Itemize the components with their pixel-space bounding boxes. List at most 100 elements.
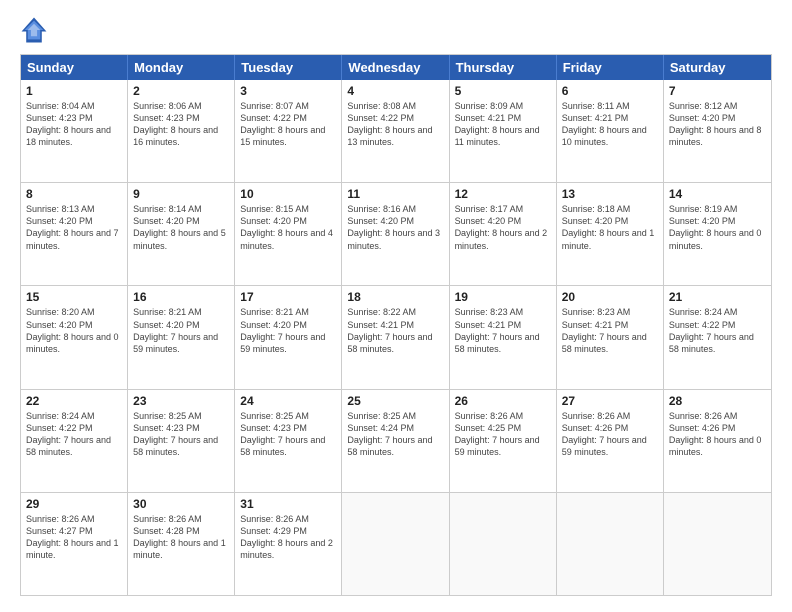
- daylight-label: Daylight: 8 hours and 3 minutes.: [347, 228, 440, 250]
- day-number: 26: [455, 394, 551, 408]
- day-cell-28: 28 Sunrise: 8:26 AM Sunset: 4:26 PM Dayl…: [664, 390, 771, 492]
- empty-cell-4-3: [342, 493, 449, 595]
- day-cell-10: 10 Sunrise: 8:15 AM Sunset: 4:20 PM Dayl…: [235, 183, 342, 285]
- day-cell-20: 20 Sunrise: 8:23 AM Sunset: 4:21 PM Dayl…: [557, 286, 664, 388]
- sunrise-label: Sunrise: 8:25 AM: [133, 411, 202, 421]
- daylight-label: Daylight: 7 hours and 59 minutes.: [240, 332, 325, 354]
- day-cell-27: 27 Sunrise: 8:26 AM Sunset: 4:26 PM Dayl…: [557, 390, 664, 492]
- sunrise-label: Sunrise: 8:20 AM: [26, 307, 95, 317]
- sunrise-label: Sunrise: 8:12 AM: [669, 101, 738, 111]
- day-number: 25: [347, 394, 443, 408]
- day-number: 22: [26, 394, 122, 408]
- sunset-label: Sunset: 4:22 PM: [669, 320, 736, 330]
- sunset-label: Sunset: 4:23 PM: [133, 113, 200, 123]
- daylight-label: Daylight: 8 hours and 0 minutes.: [669, 228, 762, 250]
- calendar-header: SundayMondayTuesdayWednesdayThursdayFrid…: [21, 55, 771, 80]
- daylight-label: Daylight: 8 hours and 1 minute.: [26, 538, 119, 560]
- day-number: 18: [347, 290, 443, 304]
- day-number: 11: [347, 187, 443, 201]
- day-cell-25: 25 Sunrise: 8:25 AM Sunset: 4:24 PM Dayl…: [342, 390, 449, 492]
- daylight-label: Daylight: 8 hours and 18 minutes.: [26, 125, 111, 147]
- day-cell-6: 6 Sunrise: 8:11 AM Sunset: 4:21 PM Dayli…: [557, 80, 664, 182]
- sunrise-label: Sunrise: 8:14 AM: [133, 204, 202, 214]
- sunrise-label: Sunrise: 8:18 AM: [562, 204, 631, 214]
- logo: [20, 16, 52, 44]
- sunset-label: Sunset: 4:21 PM: [562, 320, 629, 330]
- day-number: 24: [240, 394, 336, 408]
- cell-info: Sunrise: 8:23 AM Sunset: 4:21 PM Dayligh…: [455, 306, 551, 355]
- sunset-label: Sunset: 4:20 PM: [240, 216, 307, 226]
- page: SundayMondayTuesdayWednesdayThursdayFrid…: [0, 0, 792, 612]
- day-number: 8: [26, 187, 122, 201]
- day-cell-11: 11 Sunrise: 8:16 AM Sunset: 4:20 PM Dayl…: [342, 183, 449, 285]
- sunrise-label: Sunrise: 8:13 AM: [26, 204, 95, 214]
- daylight-label: Daylight: 8 hours and 13 minutes.: [347, 125, 432, 147]
- day-cell-22: 22 Sunrise: 8:24 AM Sunset: 4:22 PM Dayl…: [21, 390, 128, 492]
- sunset-label: Sunset: 4:23 PM: [26, 113, 93, 123]
- day-number: 7: [669, 84, 766, 98]
- day-cell-4: 4 Sunrise: 8:08 AM Sunset: 4:22 PM Dayli…: [342, 80, 449, 182]
- calendar-body: 1 Sunrise: 8:04 AM Sunset: 4:23 PM Dayli…: [21, 80, 771, 595]
- sunset-label: Sunset: 4:21 PM: [347, 320, 414, 330]
- daylight-label: Daylight: 8 hours and 1 minute.: [133, 538, 226, 560]
- header-cell-thursday: Thursday: [450, 55, 557, 80]
- day-number: 20: [562, 290, 658, 304]
- sunset-label: Sunset: 4:24 PM: [347, 423, 414, 433]
- sunset-label: Sunset: 4:28 PM: [133, 526, 200, 536]
- header-cell-friday: Friday: [557, 55, 664, 80]
- daylight-label: Daylight: 8 hours and 1 minute.: [562, 228, 655, 250]
- header-cell-wednesday: Wednesday: [342, 55, 449, 80]
- sunset-label: Sunset: 4:21 PM: [562, 113, 629, 123]
- daylight-label: Daylight: 8 hours and 10 minutes.: [562, 125, 647, 147]
- cell-info: Sunrise: 8:04 AM Sunset: 4:23 PM Dayligh…: [26, 100, 122, 149]
- day-number: 27: [562, 394, 658, 408]
- cell-info: Sunrise: 8:26 AM Sunset: 4:25 PM Dayligh…: [455, 410, 551, 459]
- day-cell-16: 16 Sunrise: 8:21 AM Sunset: 4:20 PM Dayl…: [128, 286, 235, 388]
- sunset-label: Sunset: 4:23 PM: [133, 423, 200, 433]
- day-number: 13: [562, 187, 658, 201]
- day-number: 17: [240, 290, 336, 304]
- day-number: 30: [133, 497, 229, 511]
- sunrise-label: Sunrise: 8:26 AM: [562, 411, 631, 421]
- daylight-label: Daylight: 7 hours and 58 minutes.: [455, 332, 540, 354]
- day-cell-3: 3 Sunrise: 8:07 AM Sunset: 4:22 PM Dayli…: [235, 80, 342, 182]
- sunset-label: Sunset: 4:20 PM: [26, 320, 93, 330]
- sunset-label: Sunset: 4:27 PM: [26, 526, 93, 536]
- empty-cell-4-5: [557, 493, 664, 595]
- sunrise-label: Sunrise: 8:25 AM: [240, 411, 309, 421]
- cell-info: Sunrise: 8:21 AM Sunset: 4:20 PM Dayligh…: [240, 306, 336, 355]
- day-number: 23: [133, 394, 229, 408]
- daylight-label: Daylight: 7 hours and 58 minutes.: [347, 332, 432, 354]
- day-cell-30: 30 Sunrise: 8:26 AM Sunset: 4:28 PM Dayl…: [128, 493, 235, 595]
- daylight-label: Daylight: 8 hours and 2 minutes.: [455, 228, 548, 250]
- sunrise-label: Sunrise: 8:16 AM: [347, 204, 416, 214]
- cell-info: Sunrise: 8:16 AM Sunset: 4:20 PM Dayligh…: [347, 203, 443, 252]
- header-cell-monday: Monday: [128, 55, 235, 80]
- daylight-label: Daylight: 7 hours and 58 minutes.: [26, 435, 111, 457]
- daylight-label: Daylight: 8 hours and 0 minutes.: [669, 435, 762, 457]
- sunrise-label: Sunrise: 8:07 AM: [240, 101, 309, 111]
- sunset-label: Sunset: 4:22 PM: [26, 423, 93, 433]
- daylight-label: Daylight: 8 hours and 2 minutes.: [240, 538, 333, 560]
- cell-info: Sunrise: 8:26 AM Sunset: 4:26 PM Dayligh…: [669, 410, 766, 459]
- day-cell-23: 23 Sunrise: 8:25 AM Sunset: 4:23 PM Dayl…: [128, 390, 235, 492]
- cell-info: Sunrise: 8:09 AM Sunset: 4:21 PM Dayligh…: [455, 100, 551, 149]
- day-number: 2: [133, 84, 229, 98]
- day-cell-8: 8 Sunrise: 8:13 AM Sunset: 4:20 PM Dayli…: [21, 183, 128, 285]
- sunrise-label: Sunrise: 8:26 AM: [133, 514, 202, 524]
- empty-cell-4-4: [450, 493, 557, 595]
- daylight-label: Daylight: 8 hours and 15 minutes.: [240, 125, 325, 147]
- daylight-label: Daylight: 8 hours and 8 minutes.: [669, 125, 762, 147]
- sunset-label: Sunset: 4:22 PM: [347, 113, 414, 123]
- day-number: 28: [669, 394, 766, 408]
- sunset-label: Sunset: 4:20 PM: [455, 216, 522, 226]
- sunrise-label: Sunrise: 8:21 AM: [240, 307, 309, 317]
- sunrise-label: Sunrise: 8:24 AM: [669, 307, 738, 317]
- day-number: 14: [669, 187, 766, 201]
- day-cell-24: 24 Sunrise: 8:25 AM Sunset: 4:23 PM Dayl…: [235, 390, 342, 492]
- sunrise-label: Sunrise: 8:25 AM: [347, 411, 416, 421]
- calendar-row-5: 29 Sunrise: 8:26 AM Sunset: 4:27 PM Dayl…: [21, 492, 771, 595]
- daylight-label: Daylight: 7 hours and 58 minutes.: [133, 435, 218, 457]
- sunrise-label: Sunrise: 8:26 AM: [455, 411, 524, 421]
- sunrise-label: Sunrise: 8:23 AM: [455, 307, 524, 317]
